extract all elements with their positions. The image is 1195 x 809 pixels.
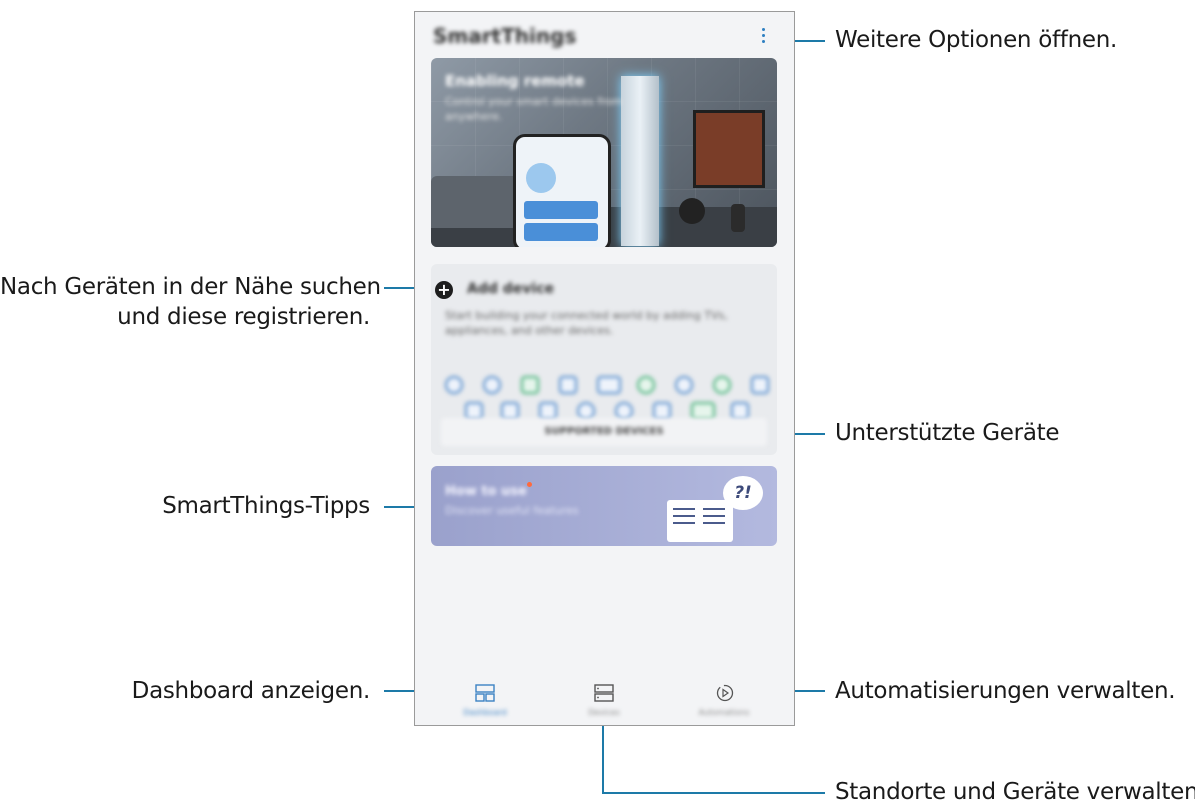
add-device-title[interactable]: Add device (467, 281, 554, 297)
new-badge-dot (527, 482, 532, 487)
tab-dashboard-label: Dashboard (463, 708, 507, 717)
hero-vase (731, 204, 745, 232)
washer-icon (445, 376, 463, 394)
book-icon (667, 500, 733, 542)
callout-devices: Standorte und Geräte verwalten. (835, 779, 1195, 805)
dashboard-icon (475, 684, 495, 702)
add-device-description: Start building your connected world by a… (445, 309, 728, 337)
devices-icon (594, 684, 614, 702)
callout-more-options: Weitere Optionen öffnen. (835, 27, 1117, 53)
add-device-plus-icon[interactable]: + (435, 281, 453, 299)
tab-devices-label: Devices (588, 708, 620, 717)
callout-tips: SmartThings-Tipps (162, 493, 370, 519)
question-bubble: ?! (723, 476, 763, 510)
callout-line-devices-horizontal (602, 792, 825, 794)
callout-supported-devices: Unterstützte Geräte (835, 420, 1060, 446)
bowl-icon (713, 376, 731, 394)
tips-illustration: ?! (665, 472, 775, 544)
tab-devices[interactable]: Devices (544, 672, 664, 725)
callout-add-device-line1: Nach Geräten in der Nähe suchen (0, 274, 381, 300)
tips-card[interactable]: How to use Discover useful features ?! (431, 466, 777, 546)
cooktop-icon (751, 376, 769, 394)
bottom-tab-bar: Dashboard Devices Automations (415, 672, 794, 725)
phone-screen: SmartThings Enabling remote Control your… (414, 11, 795, 726)
headphones-icon (637, 376, 655, 394)
automations-icon (714, 684, 734, 702)
callout-add-device-line2: und diese registrieren. (117, 304, 370, 330)
add-device-card[interactable]: + Add device Start building your connect… (431, 264, 777, 455)
hero-banner[interactable]: Enabling remote Control your smart devic… (431, 58, 777, 247)
hero-phone-illustration (513, 134, 611, 247)
more-options-icon[interactable] (760, 26, 768, 46)
app-title: SmartThings (433, 24, 577, 48)
tab-dashboard[interactable]: Dashboard (425, 672, 545, 725)
tips-title: How to use (445, 484, 527, 499)
tab-automations[interactable]: Automations (664, 672, 784, 725)
hero-round-speaker (679, 198, 705, 224)
callout-line-devices-vertical (602, 718, 604, 794)
callout-dashboard: Dashboard anzeigen. (131, 678, 371, 704)
tips-subtitle: Discover useful features (445, 504, 579, 517)
hero-sofa (431, 176, 526, 228)
stick-icon (559, 376, 577, 394)
callout-automations: Automatisierungen verwalten. (835, 678, 1176, 704)
hero-tv (693, 110, 765, 188)
speaker-icon (521, 376, 539, 394)
tab-automations-label: Automations (698, 708, 750, 717)
supported-devices-button[interactable]: SUPPORTED DEVICES (441, 418, 767, 446)
tv-icon (597, 376, 621, 394)
light-icon (483, 376, 501, 394)
robot-vacuum-icon (675, 376, 693, 394)
hero-subtitle: Control your smart devices from anywhere… (445, 95, 623, 123)
hero-headline: Enabling remote (445, 72, 585, 90)
